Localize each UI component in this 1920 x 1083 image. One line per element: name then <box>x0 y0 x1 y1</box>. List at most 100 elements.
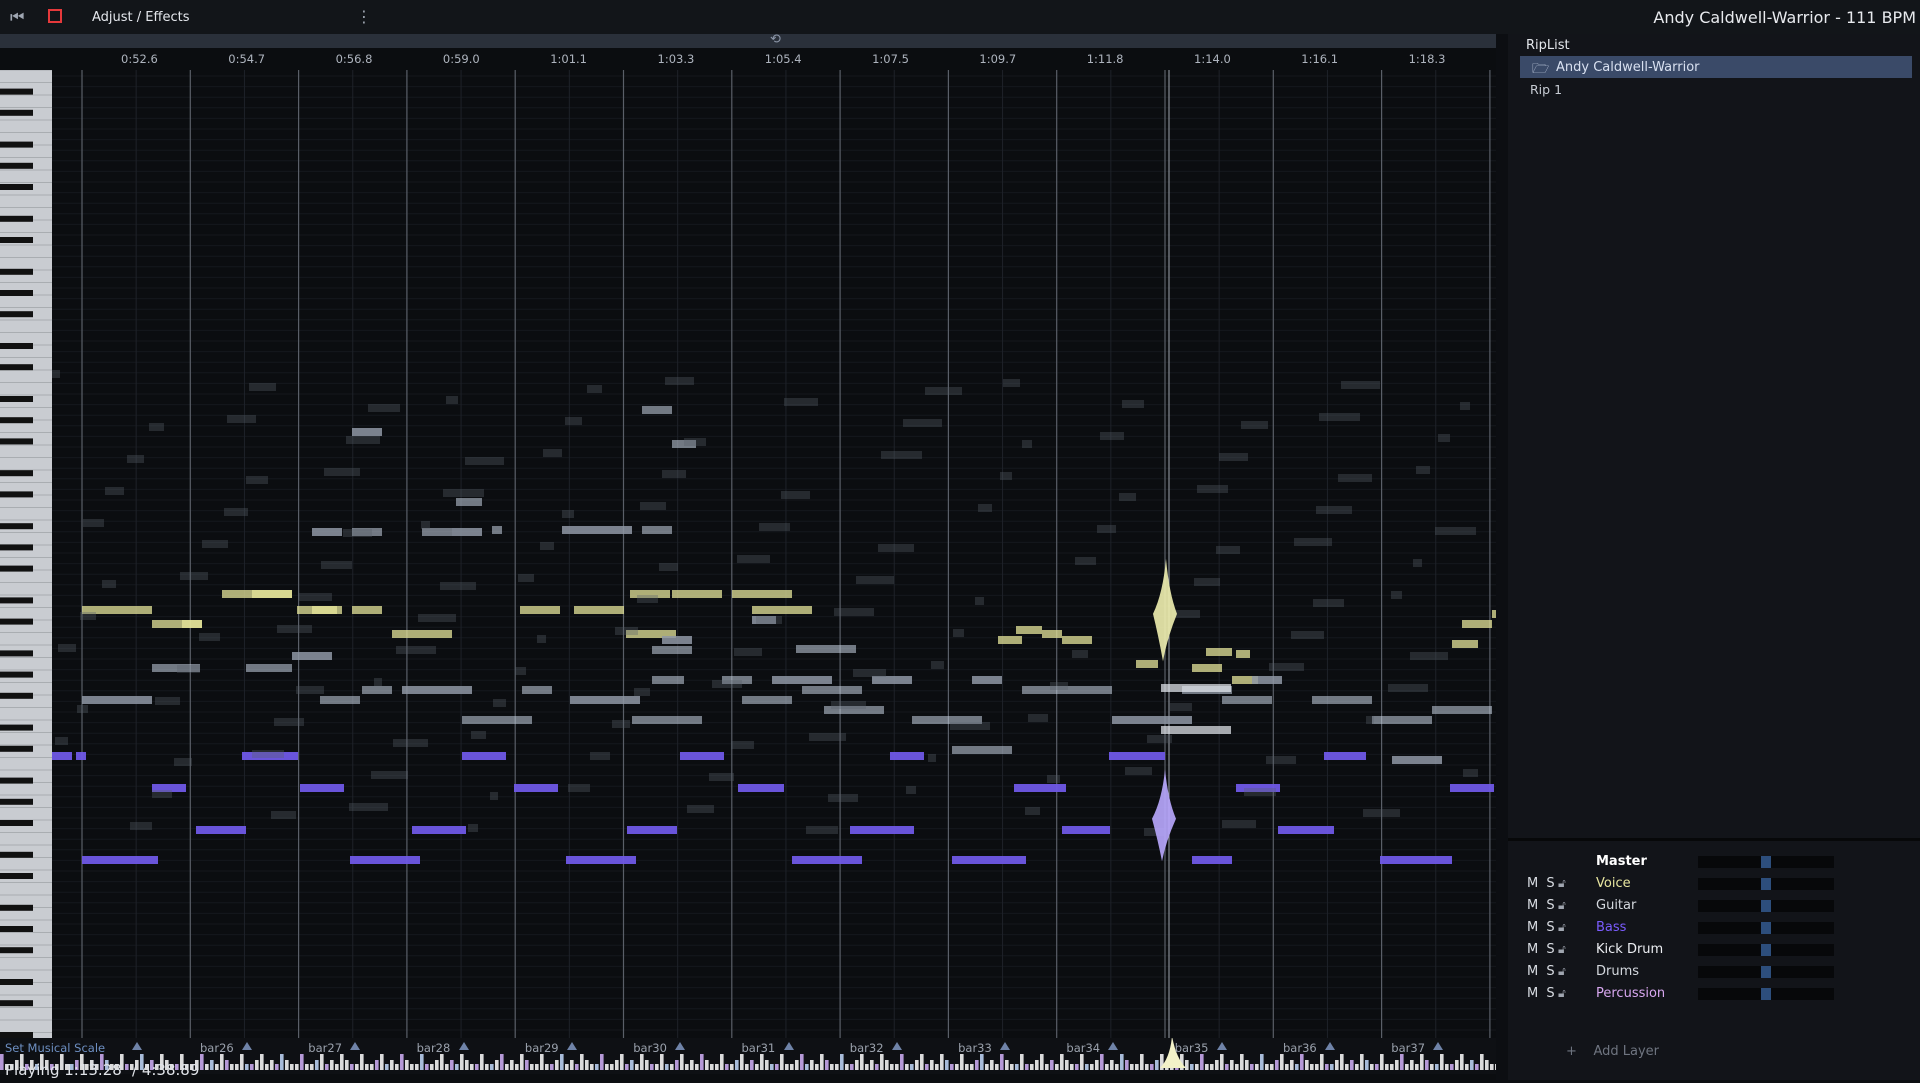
slider-knob[interactable] <box>1761 922 1771 934</box>
bar-ruler[interactable]: Set Musical Scale bar26 bar27 bar28 bar29 ba… <box>0 1038 1496 1058</box>
set-musical-scale-button[interactable]: Set Musical Scale <box>5 1041 105 1055</box>
guitar-note <box>320 696 360 704</box>
mute-solo-buttons[interactable]: M S <box>1527 920 1557 935</box>
piano-roll-editor[interactable]: ⟲ 0:52.6 0:54.7 0:56.8 0:59.0 1:01.1 1:03.3 1:… <box>0 32 1496 1080</box>
bar-marker-icon[interactable] <box>891 1042 902 1050</box>
layer-name[interactable]: Drums <box>1596 964 1639 979</box>
bar-marker-icon[interactable] <box>1325 1042 1335 1050</box>
mute-solo-buttons[interactable]: M S <box>1527 942 1557 957</box>
black-key <box>0 438 33 445</box>
time-label: 1:11.8 <box>1086 52 1124 66</box>
unlock-icon[interactable]: 🔓︎ <box>1558 876 1566 891</box>
keyboard-bg <box>0 70 52 1038</box>
layer-volume-slider[interactable] <box>1698 966 1834 978</box>
riplist-song-item[interactable]: 🗁 Andy Caldwell-Warrior <box>1520 56 1912 78</box>
status-bar: Playing 1:13.28 / 4:38.89 <box>0 1058 1496 1080</box>
faint-note <box>518 574 534 582</box>
loop-bar[interactable]: ⟲ <box>0 32 1496 48</box>
faint-note <box>471 731 486 739</box>
adjust-effects-menu[interactable]: Adjust / Effects <box>92 10 189 25</box>
master-volume-slider[interactable] <box>1698 856 1834 868</box>
black-key <box>0 1000 33 1007</box>
mute-solo-buttons[interactable]: M S <box>1527 986 1557 1001</box>
black-key <box>0 544 33 551</box>
loop-icon[interactable]: ⟲ <box>770 32 781 47</box>
unlock-icon[interactable]: 🔓︎ <box>1558 964 1566 979</box>
add-layer-button[interactable]: + Add Layer <box>1566 1044 1659 1059</box>
stop-icon[interactable] <box>48 9 62 23</box>
layer-volume-slider[interactable] <box>1698 944 1834 956</box>
faint-note <box>224 508 248 516</box>
time-ruler[interactable]: 0:52.6 0:54.7 0:56.8 0:59.0 1:01.1 1:03.3 1:05… <box>52 48 1496 70</box>
faint-note <box>1122 400 1144 408</box>
mixer-row-guitar: M S 🔓︎ Guitar <box>1508 895 1920 917</box>
unlock-icon[interactable]: 🔓︎ <box>1558 898 1566 913</box>
mixer-row-voice: M S 🔓︎ Voice <box>1508 873 1920 895</box>
slider-knob[interactable] <box>1761 966 1771 978</box>
more-options-icon[interactable]: ⋮ <box>356 7 372 26</box>
black-key <box>0 650 33 657</box>
slider-knob[interactable] <box>1761 878 1771 890</box>
mute-solo-buttons[interactable]: M S <box>1527 876 1557 891</box>
bass-note <box>300 784 344 792</box>
faint-note <box>1319 413 1360 421</box>
faint-note <box>906 786 916 794</box>
bar-marker-icon[interactable] <box>783 1042 794 1050</box>
black-key <box>0 215 33 222</box>
bar-marker-icon[interactable] <box>350 1042 361 1050</box>
bar-marker-icon[interactable] <box>132 1042 142 1050</box>
black-key <box>0 417 33 424</box>
bar-marker-icon[interactable] <box>242 1042 252 1050</box>
bar-marker-icon[interactable] <box>675 1042 686 1050</box>
bar-label: bar28 <box>416 1041 451 1055</box>
folder-icon: 🗁 <box>1532 61 1550 77</box>
layer-volume-slider[interactable] <box>1698 922 1834 934</box>
layer-name[interactable]: Kick Drum <box>1596 942 1663 957</box>
black-key <box>0 88 33 95</box>
faint-note <box>374 678 382 686</box>
bass-note <box>462 752 506 760</box>
faint-note <box>878 544 914 552</box>
guitar-note <box>952 746 1012 754</box>
faint-note <box>343 529 372 537</box>
layer-volume-slider[interactable] <box>1698 900 1834 912</box>
slider-knob[interactable] <box>1761 944 1771 956</box>
voice-note <box>1042 630 1062 638</box>
bass-note <box>1014 784 1066 792</box>
skip-back-icon[interactable]: ⏮ <box>10 8 28 26</box>
bar-marker-icon[interactable] <box>1216 1042 1227 1050</box>
layer-volume-slider[interactable] <box>1698 988 1834 1000</box>
faint-note <box>731 741 754 749</box>
layer-name[interactable]: Bass <box>1596 920 1626 935</box>
slider-knob[interactable] <box>1761 988 1771 1000</box>
mute-solo-buttons[interactable]: M S <box>1527 898 1557 913</box>
time-label: 1:16.1 <box>1301 52 1339 66</box>
bar-marker-icon[interactable] <box>1433 1042 1444 1050</box>
unlock-icon[interactable]: 🔓︎ <box>1558 986 1566 1001</box>
faint-note <box>1413 559 1422 567</box>
layer-volume-slider[interactable] <box>1698 878 1834 890</box>
time-label: 1:18.3 <box>1408 52 1446 66</box>
bass-note <box>627 826 677 834</box>
faint-note <box>77 705 88 713</box>
bar-marker-icon[interactable] <box>458 1042 469 1050</box>
layer-name[interactable]: Guitar <box>1596 898 1636 913</box>
layer-name[interactable]: Voice <box>1596 876 1631 891</box>
riplist-item-rip-1[interactable]: Rip 1 <box>1530 82 1562 97</box>
guitar-note <box>1252 676 1282 684</box>
unlock-icon[interactable]: 🔓︎ <box>1558 920 1566 935</box>
kick-note <box>1161 684 1231 692</box>
slider-knob[interactable] <box>1761 856 1771 868</box>
unlock-icon[interactable]: 🔓︎ <box>1558 942 1566 957</box>
slider-knob[interactable] <box>1761 900 1771 912</box>
mute-solo-buttons[interactable]: M S <box>1527 964 1557 979</box>
guitar-note <box>1312 696 1372 704</box>
layer-name[interactable]: Percussion <box>1596 986 1665 1001</box>
black-key <box>0 311 33 318</box>
bar-marker-icon[interactable] <box>1108 1042 1119 1050</box>
bar-marker-icon[interactable] <box>1000 1042 1011 1050</box>
note-grid[interactable] <box>52 70 1496 1038</box>
piano-keyboard[interactable] <box>0 70 52 1038</box>
bar-marker-icon[interactable] <box>566 1042 577 1050</box>
faint-note <box>468 824 478 832</box>
